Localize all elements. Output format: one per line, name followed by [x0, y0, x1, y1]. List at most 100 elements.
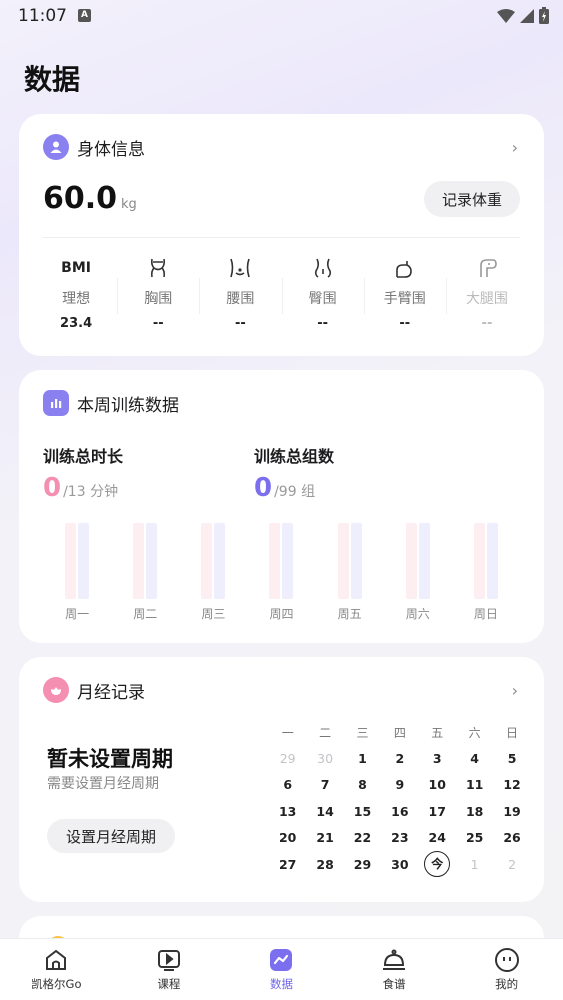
day-column: 周日 — [452, 523, 520, 621]
calendar-day[interactable]: 18 — [456, 804, 493, 819]
arm-icon — [393, 254, 417, 282]
calendar-day[interactable]: 30 — [381, 857, 418, 872]
sets-bar — [146, 523, 158, 599]
set-period-button[interactable]: 设置月经周期 — [47, 819, 175, 853]
calendar-day[interactable]: 6 — [269, 777, 306, 792]
body-info-card[interactable]: 身体信息 › 60.0 kg 记录体重 BMI 理想 23.4 胸围 -- 腰围… — [19, 114, 544, 356]
body-info-title: 身体信息 — [77, 139, 145, 160]
calendar-day[interactable]: 3 — [419, 751, 456, 766]
calendar-day[interactable]: 30 — [306, 751, 343, 766]
weight-display: 60.0 kg — [43, 181, 137, 216]
nav-me[interactable]: 我的 — [450, 939, 563, 1000]
metric-value: -- — [235, 316, 246, 331]
day-label: 周六 — [405, 607, 430, 621]
calendar-week: 29 30 1 2 3 4 5 — [269, 745, 531, 771]
calendar: 一 二 三 四 五 六 日 29 30 1 2 3 4 5 6 7 8 9 10… — [269, 719, 531, 878]
calendar-day[interactable]: 20 — [269, 830, 306, 845]
sets-bar — [350, 523, 362, 599]
chest-icon — [147, 254, 169, 282]
calendar-day[interactable]: 19 — [493, 804, 530, 819]
period-status-title: 暂未设置周期 — [47, 747, 173, 771]
calendar-day[interactable]: 26 — [493, 830, 530, 845]
calendar-day[interactable]: 28 — [306, 857, 343, 872]
record-weight-button[interactable]: 记录体重 — [424, 181, 520, 217]
calendar-day[interactable]: 17 — [419, 804, 456, 819]
nav-recipe[interactable]: 食谱 — [338, 939, 451, 1000]
status-bar: 11:07 A — [0, 0, 563, 32]
metric-arm[interactable]: 手臂围 -- — [363, 254, 446, 336]
metric-waist[interactable]: 腰围 -- — [199, 254, 281, 336]
play-icon — [157, 950, 180, 971]
calendar-day[interactable]: 1 — [344, 751, 381, 766]
metric-label: 臀围 — [308, 291, 337, 307]
total-duration-value: 0 — [43, 473, 62, 503]
calendar-day[interactable]: 25 — [456, 830, 493, 845]
bmi-label: BMI — [61, 260, 91, 276]
calendar-day[interactable]: 13 — [269, 804, 306, 819]
nav-label: 食谱 — [382, 977, 406, 991]
calendar-day[interactable]: 24 — [419, 830, 456, 845]
calendar-day[interactable]: 14 — [306, 804, 343, 819]
calendar-day[interactable]: 23 — [381, 830, 418, 845]
nav-home[interactable]: 凯格尔Go — [0, 939, 113, 1000]
duration-bar — [405, 523, 417, 599]
calendar-day[interactable]: 5 — [493, 751, 530, 766]
hip-icon — [312, 254, 334, 282]
day-label: 周一 — [65, 607, 90, 621]
day-label: 周日 — [473, 607, 498, 621]
metric-thigh[interactable]: 大腿围 -- — [445, 254, 528, 336]
calendar-day[interactable]: 15 — [344, 804, 381, 819]
calendar-day[interactable]: 22 — [344, 830, 381, 845]
duration-bar — [201, 523, 213, 599]
calendar-day[interactable]: 29 — [344, 857, 381, 872]
chevron-right-icon[interactable]: › — [512, 681, 518, 700]
calendar-day[interactable]: 29 — [269, 751, 306, 766]
nav-course[interactable]: 课程 — [113, 939, 226, 1000]
bar-chart-icon — [43, 390, 69, 416]
duration-bar — [133, 523, 145, 599]
calendar-day[interactable]: 27 — [269, 857, 306, 872]
thigh-icon — [475, 254, 499, 282]
nav-data[interactable]: 数据 — [225, 939, 338, 1000]
period-title: 月经记录 — [77, 682, 145, 703]
home-icon — [46, 949, 67, 970]
weekly-training-card[interactable]: 本周训练数据 训练总时长 0 /13 分钟 训练总组数 0 /99 组 周一 周… — [19, 370, 544, 643]
nav-label: 数据 — [269, 977, 293, 991]
calendar-day[interactable]: 2 — [493, 857, 530, 872]
calendar-week: 6 7 8 9 10 11 12 — [269, 772, 531, 798]
face-icon — [494, 948, 519, 972]
metric-bmi[interactable]: BMI 理想 23.4 — [35, 254, 117, 336]
day-column: 周二 — [111, 523, 179, 621]
signal-icon — [520, 8, 534, 23]
calendar-week: 13 14 15 16 17 18 19 — [269, 798, 531, 824]
calendar-day[interactable]: 9 — [381, 777, 418, 792]
calendar-day-today[interactable]: 今 — [419, 851, 456, 878]
calendar-day[interactable]: 8 — [344, 777, 381, 792]
calendar-day[interactable]: 7 — [306, 777, 343, 792]
weight-value: 60.0 — [43, 181, 118, 216]
calendar-day[interactable]: 12 — [493, 777, 530, 792]
metric-value: -- — [481, 316, 493, 331]
total-duration-label: 训练总时长 — [43, 447, 124, 466]
calendar-day[interactable]: 16 — [381, 804, 418, 819]
duration-bar — [473, 523, 485, 599]
nav-label: 凯格尔Go — [31, 977, 82, 991]
calendar-day[interactable]: 1 — [456, 857, 493, 872]
sets-bar — [282, 523, 294, 599]
metric-hip[interactable]: 臀围 -- — [281, 254, 364, 336]
weekday-label: 四 — [393, 725, 406, 740]
calendar-day[interactable]: 11 — [456, 777, 493, 792]
period-record-card[interactable]: 月经记录 › 暂未设置周期 需要设置月经周期 设置月经周期 一 二 三 四 五 … — [19, 657, 544, 902]
nav-label: 课程 — [157, 977, 181, 991]
cloche-icon — [383, 949, 406, 970]
chevron-right-icon[interactable]: › — [512, 138, 518, 157]
metric-value: -- — [317, 316, 328, 331]
bottom-nav: 凯格尔Go 课程 数据 食谱 我的 — [0, 938, 563, 1000]
calendar-day[interactable]: 10 — [419, 777, 456, 792]
sets-bar — [418, 523, 430, 599]
calendar-day[interactable]: 21 — [306, 830, 343, 845]
calendar-day[interactable]: 2 — [381, 751, 418, 766]
calendar-day[interactable]: 4 — [456, 751, 493, 766]
weekday-label: 日 — [506, 725, 519, 740]
metric-chest[interactable]: 胸围 -- — [117, 254, 199, 336]
